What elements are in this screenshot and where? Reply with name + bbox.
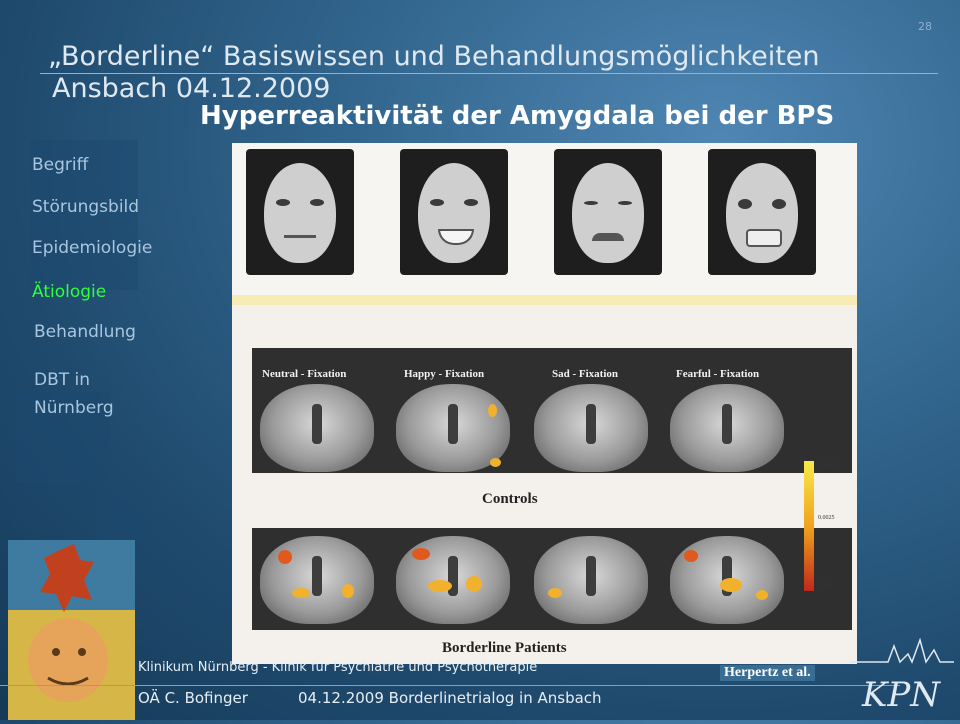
- nav-item-stoerungsbild[interactable]: Störungsbild: [32, 197, 139, 217]
- brain-scan: [534, 536, 648, 624]
- controls-panel: Neutral - Fixation Happy - Fixation Sad …: [252, 348, 852, 473]
- activation-blob: [428, 580, 452, 592]
- patients-caption: Borderline Patients: [442, 640, 567, 656]
- nav-item-dbt[interactable]: DBT in: [34, 370, 90, 390]
- patients-panel: [252, 528, 852, 630]
- kpn-logo: KPN: [848, 636, 956, 720]
- presentation-title: „Borderline“ Basiswissen und Behandlungs…: [48, 41, 820, 72]
- activation-blob: [756, 590, 768, 600]
- brain-scan: [260, 536, 374, 624]
- activation-blob: [548, 588, 562, 598]
- activation-blob: [292, 588, 310, 598]
- footer-institution: Klinikum Nürnberg - Klinik für Psychiatr…: [138, 660, 538, 675]
- activation-blob: [278, 550, 292, 564]
- activation-blob: [342, 584, 354, 598]
- logo-text: KPN: [861, 675, 941, 715]
- label-sad: Sad - Fixation: [552, 368, 619, 380]
- artwork-image: [8, 540, 135, 720]
- slide-number: 28: [918, 20, 932, 33]
- label-happy: Happy - Fixation: [404, 368, 485, 380]
- nav-item-nuernberg[interactable]: Nürnberg: [34, 398, 114, 418]
- activation-blob: [466, 576, 482, 592]
- scale-tick: 0.0025: [818, 515, 835, 521]
- label-neutral: Neutral - Fixation: [262, 368, 347, 380]
- brain-scan: [670, 384, 784, 472]
- face-neutral: [246, 149, 354, 275]
- nav-item-begriff[interactable]: Begriff: [32, 155, 88, 175]
- face-sad: [554, 149, 662, 275]
- presentation-subtitle: Ansbach 04.12.2009: [52, 73, 331, 104]
- footer-event: 04.12.2009 Borderlinetrialog in Ansbach: [298, 689, 602, 707]
- activation-blob: [412, 548, 430, 560]
- face-stimuli: [232, 143, 857, 295]
- brain-scan: [260, 384, 374, 472]
- divider-band: [232, 295, 857, 305]
- nav-item-epidemiologie[interactable]: Epidemiologie: [32, 238, 152, 258]
- label-fearful: Fearful - Fixation: [676, 368, 760, 380]
- footer-author: OÄ C. Bofinger: [138, 689, 248, 707]
- slide-title: Hyperreaktivität der Amygdala bei der BP…: [200, 101, 835, 131]
- figure-credit: Herpertz et al.: [720, 665, 815, 681]
- scale-tick: 0.005: [818, 583, 832, 589]
- scale-title: p-values: [818, 455, 839, 461]
- face-fearful: [708, 149, 816, 275]
- footer-divider: [0, 685, 900, 686]
- artwork-illustration: [8, 540, 135, 720]
- activation-blob: [684, 550, 698, 562]
- brain-scan: [534, 384, 648, 472]
- activation-blob: [488, 404, 497, 417]
- p-value-scale: [804, 461, 814, 591]
- scale-tick: 0.0005: [818, 463, 835, 469]
- amygdala-figure: Neutral - Fixation Happy - Fixation Sad …: [232, 143, 857, 664]
- activation-blob: [490, 458, 501, 467]
- nav-item-aetiologie[interactable]: Ätiologie: [32, 282, 106, 302]
- controls-caption: Controls: [482, 491, 538, 507]
- nav-item-behandlung[interactable]: Behandlung: [34, 322, 136, 342]
- activation-blob: [720, 578, 742, 592]
- face-happy: [400, 149, 508, 275]
- logo-graphic: KPN: [850, 637, 954, 715]
